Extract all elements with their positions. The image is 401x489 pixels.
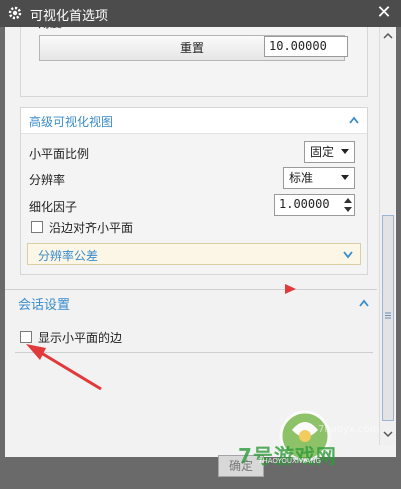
scrollbar-thumb[interactable] xyxy=(382,215,394,421)
dialog-footer xyxy=(0,457,401,489)
chevron-down-icon xyxy=(341,149,349,154)
chevron-down-icon xyxy=(341,175,349,180)
refine-factor-label: 细化因子 xyxy=(29,200,78,214)
resolution-value: 标准 xyxy=(289,171,314,185)
angle-label: 角度 xyxy=(38,27,62,31)
dialog-body: 角度 重置 10.00000 高级可视化视图 小平面比例 固定 分辨率 标准 细… xyxy=(5,27,396,457)
angle-field[interactable]: 10.00000 xyxy=(264,36,348,57)
refine-factor-field[interactable]: 1.00000 xyxy=(274,194,355,216)
watermark-url: 7haoyx.com xyxy=(318,424,380,435)
collapse-icon[interactable] xyxy=(359,299,369,307)
collapse-icon[interactable] xyxy=(349,116,359,124)
advanced-view-title: 高级可视化视图 xyxy=(29,115,114,129)
resolution-tolerance-title: 分辨率公差 xyxy=(38,249,99,263)
vertical-scrollbar[interactable] xyxy=(379,27,395,445)
resolution-tolerance-group[interactable]: 分辨率公差 xyxy=(27,243,361,265)
scroll-down-icon[interactable] xyxy=(382,428,394,440)
resolution-select[interactable]: 标准 xyxy=(283,167,355,189)
show-edges-label: 显示小平面的边 xyxy=(38,331,123,345)
show-edges-checkbox[interactable] xyxy=(20,331,32,343)
scroll-up-icon[interactable] xyxy=(382,30,394,42)
spinner-icon[interactable] xyxy=(344,197,352,213)
window-title: 可视化首选项 xyxy=(30,9,109,24)
align-edges-checkbox[interactable] xyxy=(31,221,43,233)
section-divider xyxy=(15,352,373,353)
watermark-subtext: 7HAOYOUXIWANG xyxy=(258,457,321,465)
refine-factor-value: 1.00000 xyxy=(279,197,330,211)
facet-ratio-value: 固定 xyxy=(310,145,335,159)
advanced-view-header[interactable]: 高级可视化视图 xyxy=(21,108,367,134)
facet-ratio-select[interactable]: 固定 xyxy=(304,141,355,163)
expand-icon[interactable] xyxy=(343,251,353,259)
title-bar: 可视化首选项 ✕ xyxy=(0,0,401,27)
grip-icon xyxy=(385,312,391,319)
gear-icon xyxy=(8,6,22,20)
session-settings-section: 会话设置 显示小平面的边 xyxy=(5,289,377,353)
facet-ratio-label: 小平面比例 xyxy=(29,147,90,161)
advanced-view-group: 高级可视化视图 小平面比例 固定 分辨率 标准 细化因子 1.00000 沿边对… xyxy=(20,107,368,275)
resolution-label: 分辨率 xyxy=(29,173,66,187)
close-icon[interactable]: ✕ xyxy=(375,4,393,22)
session-settings-title: 会话设置 xyxy=(18,298,71,313)
align-edges-label: 沿边对齐小平面 xyxy=(49,221,134,235)
